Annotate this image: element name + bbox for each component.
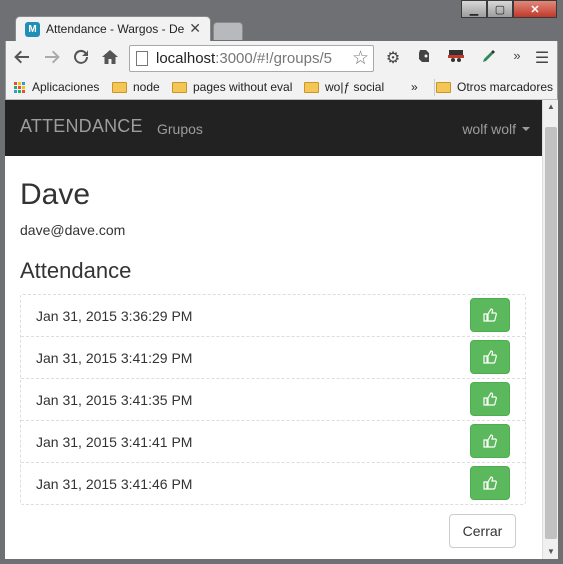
- nav-link-groups[interactable]: Grupos: [157, 121, 203, 137]
- list-item: Jan 31, 2015 3:41:41 PM: [21, 421, 525, 463]
- tab-close-icon[interactable]: ✕: [189, 20, 201, 37]
- thumbs-up-icon: [483, 434, 497, 448]
- bookmark-star-icon[interactable]: ☆: [352, 47, 369, 70]
- folder-icon: [436, 81, 451, 93]
- attendance-title: Attendance: [20, 258, 132, 283]
- thumbs-up-button[interactable]: [470, 424, 510, 458]
- attendance-time: Jan 31, 2015 3:41:46 PM: [36, 476, 193, 492]
- thumbs-up-button[interactable]: [470, 298, 510, 332]
- list-item: Jan 31, 2015 3:41:46 PM: [21, 463, 525, 504]
- evernote-icon[interactable]: [414, 48, 434, 69]
- address-bar[interactable]: localhost:3000/#!/groups/5 ☆: [129, 45, 374, 72]
- user-name: wolf wolf: [462, 121, 516, 137]
- window-controls: ▁ ▢ ✕: [461, 0, 557, 18]
- bookmark-pages-without-eval[interactable]: pages without eval: [172, 80, 292, 94]
- forward-arrow-icon[interactable]: [42, 48, 62, 68]
- attendance-time: Jan 31, 2015 3:41:41 PM: [36, 434, 193, 450]
- incognito-mask-icon[interactable]: [446, 48, 466, 69]
- thumbs-up-button[interactable]: [470, 466, 510, 500]
- thumbs-up-icon: [483, 476, 497, 490]
- attendance-time: Jan 31, 2015 3:36:29 PM: [36, 308, 193, 324]
- gear-icon[interactable]: ⚙: [383, 48, 403, 68]
- attendance-list: Jan 31, 2015 3:36:29 PM Jan 31, 2015 3:4…: [20, 294, 526, 505]
- scroll-down-arrow-icon[interactable]: ▼: [543, 545, 559, 559]
- bookmark-wolf-social[interactable]: wo|ƒ social: [304, 80, 384, 94]
- page-viewport: ATTENDANCE Grupos wolf wolf Dave dave@da…: [5, 100, 542, 559]
- browser-toolbar: localhost:3000/#!/groups/5 ☆ ⚙ » ☰: [5, 41, 558, 75]
- menu-icon[interactable]: ☰: [532, 48, 552, 68]
- apps-grid-icon: [14, 81, 25, 93]
- caret-down-icon: [522, 127, 530, 131]
- home-icon[interactable]: [100, 48, 120, 68]
- folder-icon: [112, 81, 127, 93]
- bookmark-apps[interactable]: Aplicaciones: [14, 80, 99, 94]
- scroll-up-arrow-icon[interactable]: ▲: [543, 100, 559, 114]
- bookmark-other[interactable]: Otros marcadores: [436, 80, 553, 94]
- person-name: Dave: [20, 178, 91, 211]
- attendance-time: Jan 31, 2015 3:41:29 PM: [36, 350, 193, 366]
- maximize-icon[interactable]: ▢: [487, 0, 513, 18]
- app-brand[interactable]: ATTENDANCE: [20, 116, 143, 137]
- thumbs-up-icon: [483, 392, 497, 406]
- browser-tab-active[interactable]: M Attendance - Wargos - De ✕: [15, 16, 211, 42]
- list-item: Jan 31, 2015 3:41:35 PM: [21, 379, 525, 421]
- bookmark-node[interactable]: node: [112, 80, 160, 94]
- tab-title: Attendance - Wargos - De: [46, 22, 185, 36]
- scrollbar[interactable]: ▲ ▼: [542, 100, 558, 559]
- app-navbar: ATTENDANCE Grupos wolf wolf: [5, 100, 542, 156]
- bookmarks-overflow-icon[interactable]: »: [411, 80, 418, 94]
- person-email: dave@dave.com: [20, 222, 126, 238]
- thumbs-up-icon: [483, 350, 497, 364]
- bookmarks-divider: [434, 79, 435, 96]
- window-close-icon[interactable]: ✕: [513, 0, 557, 18]
- bookmarks-bar: Aplicaciones node pages without eval wo|…: [5, 75, 558, 100]
- attendance-time: Jan 31, 2015 3:41:35 PM: [36, 392, 193, 408]
- window-bottom-border: [0, 559, 563, 564]
- minimize-icon[interactable]: ▁: [461, 0, 487, 18]
- extensions-overflow-icon[interactable]: »: [507, 48, 527, 63]
- scrollbar-thumb[interactable]: [545, 127, 557, 539]
- folder-icon: [172, 81, 187, 93]
- list-item: Jan 31, 2015 3:41:29 PM: [21, 337, 525, 379]
- close-button[interactable]: Cerrar: [449, 514, 516, 548]
- new-tab-button[interactable]: [213, 22, 243, 40]
- reload-icon[interactable]: [71, 48, 91, 68]
- thumbs-up-button[interactable]: [470, 340, 510, 374]
- thumbs-up-button[interactable]: [470, 382, 510, 416]
- folder-icon: [304, 81, 319, 93]
- eyedropper-icon[interactable]: [479, 48, 499, 69]
- page-icon: [136, 51, 148, 66]
- thumbs-up-icon: [483, 308, 497, 322]
- favicon-icon: M: [25, 22, 40, 37]
- url-text[interactable]: localhost:3000/#!/groups/5: [156, 50, 351, 67]
- list-item: Jan 31, 2015 3:36:29 PM: [21, 295, 525, 337]
- back-arrow-icon[interactable]: [12, 48, 32, 68]
- user-menu[interactable]: wolf wolf: [462, 121, 530, 137]
